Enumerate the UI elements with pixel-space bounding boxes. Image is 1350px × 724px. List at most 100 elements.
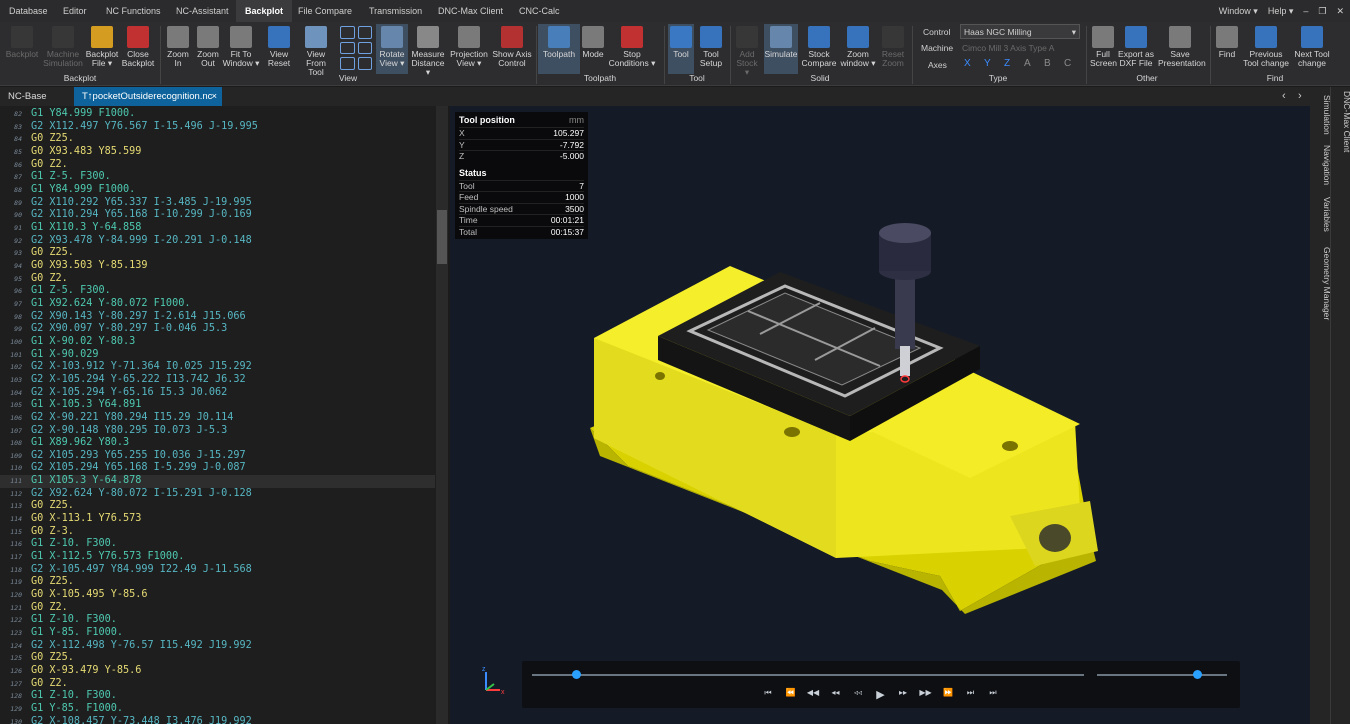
code-line[interactable]: 82 G1 Y84.999 F1000.: [0, 108, 435, 121]
code-line[interactable]: 99 G2 X90.097 Y-80.297 I-0.046 J5.3: [0, 323, 435, 336]
backplot-file-button[interactable]: Backplot File ▾: [84, 24, 120, 74]
show-axis-control-button[interactable]: Show Axis Control: [492, 24, 532, 74]
menu-window[interactable]: Window ▾: [1219, 6, 1258, 16]
view-reset-button[interactable]: View Reset: [264, 24, 294, 74]
menu-help[interactable]: Help ▾: [1268, 6, 1294, 16]
add-stock-button[interactable]: Add Stock ▾: [734, 24, 760, 77]
view-cube-icon[interactable]: [340, 57, 355, 70]
fast-forward-icon[interactable]: ⏭: [963, 688, 979, 698]
view-from-tool-button[interactable]: View From Tool: [296, 24, 336, 77]
next-tool-change-button[interactable]: Next Tool change: [1292, 24, 1332, 74]
minimize-icon[interactable]: –: [1303, 6, 1308, 16]
code-line[interactable]: 95 G0 Z2.: [0, 273, 435, 286]
step-forward-small-icon[interactable]: ▸▸: [895, 688, 911, 697]
code-line[interactable]: 102 G2 X-103.912 Y-71.364 I0.025 J15.292: [0, 361, 435, 374]
menu-tab-editor[interactable]: Editor: [54, 0, 96, 22]
previous-tool-change-button[interactable]: Previous Tool change: [1240, 24, 1292, 74]
full-screen-button[interactable]: Full Screen: [1090, 24, 1117, 74]
code-line[interactable]: 104 G2 X-105.294 Y-65.16 I5.3 J0.062: [0, 387, 435, 400]
code-line[interactable]: 123 G1 Y-85. F1000.: [0, 627, 435, 640]
close-icon[interactable]: ×: [211, 87, 217, 106]
axis-b-toggle[interactable]: B: [1044, 58, 1051, 69]
code-line[interactable]: 126 G0 X-93.479 Y-85.6: [0, 665, 435, 678]
backplot-button[interactable]: Backplot: [2, 24, 42, 74]
tab-nc-base[interactable]: NC-Base: [0, 87, 55, 106]
code-line[interactable]: 118 G2 X-105.497 Y84.999 I22.49 J-11.568: [0, 564, 435, 577]
code-line[interactable]: 116 G1 Z-10. F300.: [0, 538, 435, 551]
view-cube-icon[interactable]: [357, 41, 372, 55]
code-line[interactable]: 83 G2 X112.497 Y76.567 I-15.496 J-19.995: [0, 121, 435, 134]
tool-button[interactable]: Tool: [668, 24, 694, 74]
code-line[interactable]: 90 G2 X110.294 Y65.168 I-10.299 J-0.169: [0, 209, 435, 222]
menu-tab-transmission[interactable]: Transmission: [360, 0, 431, 22]
toolpath-button[interactable]: Toolpath: [538, 24, 580, 74]
skip-end-icon[interactable]: ⏭: [985, 688, 1001, 698]
mode-button[interactable]: Mode: [578, 24, 608, 74]
axis-c-toggle[interactable]: C: [1064, 58, 1071, 69]
code-line[interactable]: 115 G0 Z-3.: [0, 526, 435, 539]
zoom-window-button[interactable]: Zoom window ▾: [838, 24, 878, 74]
code-line[interactable]: 120 G0 X-105.495 Y-85.6: [0, 589, 435, 602]
control-select[interactable]: Haas NGC Milling ▾: [960, 24, 1080, 39]
code-line[interactable]: 130 G2 X-108.457 Y-73.448 I3.476 J19.992: [0, 716, 435, 724]
scrollbar-thumb[interactable]: [437, 210, 447, 264]
speed-knob[interactable]: [1193, 670, 1203, 679]
step-forward-fast-icon[interactable]: ⏩: [940, 688, 956, 697]
speed-track[interactable]: [1097, 674, 1227, 676]
code-line[interactable]: 106 G2 X-90.221 Y80.294 I15.29 J0.114: [0, 412, 435, 425]
code-line[interactable]: 110 G2 X105.294 Y65.168 I-5.299 J-0.087: [0, 462, 435, 475]
code-line[interactable]: 128 G1 Z-10. F300.: [0, 690, 435, 703]
close-window-icon[interactable]: ✕: [1336, 6, 1344, 16]
export-as-dxf-file-button[interactable]: Export as DXF File: [1118, 24, 1154, 74]
nc-code-editor[interactable]: 82 G1 Y84.999 F1000. 83 G2 X112.497 Y76.567…: [0, 106, 448, 724]
menu-tab-file-compare[interactable]: File Compare: [289, 0, 361, 22]
code-line[interactable]: 100 G1 X-90.02 Y-80.3: [0, 336, 435, 349]
side-tab-variables[interactable]: Variables: [1312, 197, 1332, 232]
fit-to-window-button[interactable]: Fit To Window ▾: [222, 24, 260, 74]
rotate-view-button[interactable]: Rotate View ▾: [376, 24, 408, 74]
side-tab-dnc-max-client[interactable]: DNC-Max Client: [1332, 91, 1350, 152]
chevron-left-icon[interactable]: ‹: [1282, 87, 1292, 106]
code-line[interactable]: 85 G0 X93.483 Y85.599: [0, 146, 435, 159]
code-line[interactable]: 124 G2 X-112.498 Y-76.57 I15.492 J19.992: [0, 640, 435, 653]
view-cube-icon[interactable]: [340, 26, 355, 39]
close-backplot-button[interactable]: Close Backplot: [120, 24, 156, 74]
code-line[interactable]: 117 G1 X-112.5 Y76.573 F1000.: [0, 551, 435, 564]
code-line[interactable]: 103 G2 X-105.294 Y-65.222 I13.742 J6.32: [0, 374, 435, 387]
progress-track[interactable]: [532, 674, 1084, 676]
play-icon[interactable]: ▶: [873, 688, 889, 701]
code-line[interactable]: 125 G0 Z25.: [0, 652, 435, 665]
code-line[interactable]: 114 G0 X-113.1 Y76.573: [0, 513, 435, 526]
menu-tab-backplot[interactable]: Backplot: [236, 0, 293, 22]
step-back-small-icon[interactable]: ◂◂: [828, 688, 844, 697]
menu-tab-database[interactable]: Database: [0, 0, 57, 22]
code-line[interactable]: 105 G1 X-105.3 Y64.891: [0, 399, 435, 412]
code-line[interactable]: 121 G0 Z2.: [0, 602, 435, 615]
code-line[interactable]: 98 G2 X90.143 Y-80.297 I-2.614 J15.066: [0, 311, 435, 324]
rewind-icon[interactable]: ◃◃: [850, 688, 866, 697]
code-line[interactable]: 101 G1 X-90.029: [0, 349, 435, 362]
code-line[interactable]: 122 G1 Z-10. F300.: [0, 614, 435, 627]
menu-tab-cnc-calc[interactable]: CNC-Calc: [510, 0, 569, 22]
axis-z-toggle[interactable]: Z: [1004, 58, 1010, 69]
step-back-fast-icon[interactable]: ⏪: [783, 688, 799, 697]
code-line[interactable]: 89 G2 X110.292 Y65.337 I-3.485 J-19.995: [0, 197, 435, 210]
axis-a-toggle[interactable]: A: [1024, 58, 1031, 69]
editor-scrollbar[interactable]: [436, 106, 448, 724]
code-line[interactable]: 112 G2 X92.624 Y-80.072 I-15.291 J-0.128: [0, 488, 435, 501]
machine-simulation-button[interactable]: Machine Simulation: [43, 24, 83, 74]
code-line[interactable]: 111 G1 X105.3 Y-64.878: [0, 475, 435, 488]
code-line[interactable]: 93 G0 Z25.: [0, 247, 435, 260]
menu-tab-nc-assistant[interactable]: NC-Assistant: [167, 0, 238, 22]
code-line[interactable]: 108 G1 X89.962 Y80.3: [0, 437, 435, 450]
code-line[interactable]: 96 G1 Z-5. F300.: [0, 285, 435, 298]
save-presentation-button[interactable]: Save Presentation: [1158, 24, 1206, 74]
projection-view-button[interactable]: Projection View ▾: [448, 24, 490, 74]
skip-start-icon[interactable]: ⏮: [760, 688, 776, 698]
tool-setup-button[interactable]: Tool Setup: [696, 24, 726, 74]
zoom-out-button[interactable]: Zoom Out: [194, 24, 222, 74]
side-tab-simulation[interactable]: Simulation: [1312, 95, 1332, 135]
code-line[interactable]: 88 G1 Y84.999 F1000.: [0, 184, 435, 197]
view-cube-icon[interactable]: [357, 26, 372, 39]
side-tab-geometry-manager[interactable]: Geometry Manager: [1312, 247, 1332, 320]
